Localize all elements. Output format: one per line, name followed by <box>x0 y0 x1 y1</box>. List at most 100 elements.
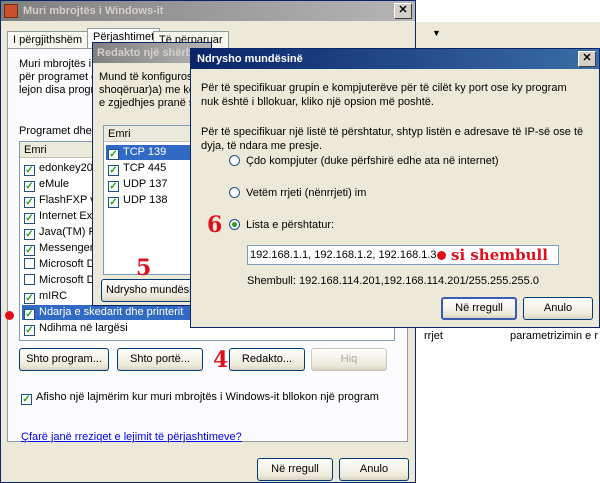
notify-checkbox-row[interactable]: ✓ Afisho një lajmërim kur muri mbrojtës i… <box>21 391 379 405</box>
intro-line-1: Muri mbrojtës i V <box>19 58 102 70</box>
list-item-checkbox[interactable]: ✓ <box>24 309 35 320</box>
main-ok-button[interactable]: Në rregull <box>257 458 333 481</box>
list-item-label: Microsoft D <box>39 258 95 270</box>
scope-ok-button[interactable]: Në rregull <box>441 297 517 320</box>
delete-label: Hiq <box>340 353 358 365</box>
option-my-network-radio[interactable] <box>229 187 240 198</box>
background-text-a: rrjet <box>424 330 443 342</box>
scope-cancel-label: Anulo <box>543 302 573 314</box>
list-item[interactable]: ✓ FlashFXP v <box>24 193 96 208</box>
list-item-label: TCP 445 <box>123 162 167 174</box>
change-scope-dialog: Ndrysho mundësinë ✕ Për të specifikuar g… <box>190 48 600 328</box>
edit-button[interactable]: Redakto... <box>229 348 305 371</box>
add-program-label: Shto program... <box>26 353 102 365</box>
firewall-titlebar[interactable]: Muri mbrojtës i Windows-it ✕ <box>1 1 415 21</box>
tab-general-label: I përgjithshëm <box>13 34 83 46</box>
firewall-app-icon <box>4 4 18 18</box>
add-port-button[interactable]: Shto portë... <box>117 348 203 371</box>
dropdown-arrow-icon[interactable]: ▼ <box>432 28 441 38</box>
firewall-title: Muri mbrojtës i Windows-it <box>23 5 164 17</box>
option-any-computer[interactable]: Çdo kompjuter (duke përfshirë edhe ata n… <box>229 155 499 167</box>
list-item-label: FlashFXP v <box>39 194 96 206</box>
list-item-label: UDP 137 <box>123 178 168 190</box>
custom-list-value: 192.168.1.1, 192.168.1.2, 192.168.1.3 <box>250 249 437 261</box>
list-item[interactable]: ✓ TCP 445 <box>108 161 166 176</box>
list-item[interactable]: Microsoft D <box>24 273 95 288</box>
list-item-label: UDP 138 <box>123 194 168 206</box>
list-item-label: Ndihma në largësi <box>39 322 128 334</box>
list-item-checkbox[interactable]: ✓ <box>24 165 35 176</box>
list-item-label: Internet Ex <box>39 210 93 222</box>
annotation-example-tag: si shembull <box>451 246 548 264</box>
edit-service-title: Redakto një shërbim <box>97 47 206 59</box>
list-item[interactable]: ✓ Messenger <box>24 241 93 256</box>
risks-link[interactable]: Çfarë janë rreziqet e lejimit të përjash… <box>21 431 242 443</box>
option-custom-list-radio[interactable] <box>229 219 240 230</box>
intro-text: Muri mbrojtës i V për programet d lejon … <box>19 58 102 97</box>
annotation-step-4: 4 <box>213 347 229 373</box>
list-item[interactable]: ✓ UDP 138 <box>108 193 167 208</box>
list-item-checkbox[interactable]: ✓ <box>24 245 35 256</box>
list-item[interactable]: ✓ Java(TM) P <box>24 225 96 240</box>
option-my-network[interactable]: Vetëm rrjeti (nënrrjeti) im <box>229 187 366 199</box>
notify-checkbox[interactable]: ✓ <box>21 394 32 405</box>
scope-close-icon[interactable]: ✕ <box>578 51 596 67</box>
scope-cancel-button[interactable]: Anulo <box>523 297 593 320</box>
annotation-dot-example <box>437 251 446 260</box>
list-item-label: Java(TM) P <box>39 226 96 238</box>
annotation-step-5: 5 <box>136 255 152 281</box>
intro-line-2: për programet d <box>19 71 98 83</box>
edit-text-line-3: e zgjedhjes pranë sa <box>99 97 201 109</box>
list-item-checkbox[interactable]: ✓ <box>108 149 119 160</box>
ports-column-label: Emri <box>108 128 131 140</box>
list-item-checkbox[interactable]: ✓ <box>24 325 35 336</box>
list-item-label: Ndarja e skedarit dhe printerit <box>39 306 184 318</box>
add-port-label: Shto portë... <box>130 353 190 365</box>
list-item-label: TCP 139 <box>123 146 167 158</box>
option-any-computer-radio[interactable] <box>229 155 240 166</box>
change-scope-titlebar[interactable]: Ndrysho mundësinë ✕ <box>191 49 599 69</box>
annotation-step-6: 6 <box>207 212 223 238</box>
annotation-dot-printer <box>5 311 14 320</box>
option-any-computer-label: Çdo kompjuter (duke përfshirë edhe ata n… <box>246 155 499 167</box>
edit-text-line-1: Mund të konfigurosh <box>99 71 199 83</box>
change-scope-title: Ndrysho mundësinë <box>197 53 303 65</box>
list-item-checkbox[interactable]: ✓ <box>24 181 35 192</box>
close-icon[interactable]: ✕ <box>394 3 412 19</box>
list-item-label: mIRC <box>39 290 68 302</box>
risk-link-wrap: Çfarë janë rreziqet e lejimit të përjash… <box>21 431 242 443</box>
scope-para-1: Për të specifikuar grupin e kompjuterëve… <box>201 82 567 108</box>
background-text-b: parametrizimin e r <box>510 330 599 342</box>
list-item-checkbox[interactable]: ✓ <box>108 197 119 208</box>
background-toolbar <box>416 22 600 49</box>
programs-label: Programet dhe s <box>19 125 101 137</box>
option-custom-list[interactable]: Lista e përshtatur: <box>229 219 334 231</box>
scope-para-2: Për të specifikuar një listë të përshtat… <box>201 126 584 152</box>
edit-service-text: Mund të konfigurosh shoqëruar)a) me këtë… <box>99 71 204 110</box>
delete-button[interactable]: Hiq <box>311 348 387 371</box>
intro-line-3: lejon disa progr <box>19 84 95 96</box>
list-item-checkbox[interactable] <box>24 274 35 285</box>
add-program-button[interactable]: Shto program... <box>19 348 109 371</box>
option-my-network-label: Vetëm rrjeti (nënrrjeti) im <box>246 187 367 199</box>
list-item-checkbox[interactable]: ✓ <box>108 165 119 176</box>
list-item[interactable]: ✓ Internet Ex <box>24 209 92 224</box>
list-item-checkbox[interactable]: ✓ <box>24 197 35 208</box>
main-cancel-label: Anulo <box>359 463 389 475</box>
list-item[interactable]: ✓ UDP 137 <box>108 177 167 192</box>
tab-general[interactable]: I përgjithshëm <box>7 31 89 49</box>
list-item[interactable]: Microsoft D <box>24 257 95 272</box>
list-item[interactable]: ✓ Ndihma në largësi <box>24 321 128 336</box>
list-item-checkbox[interactable]: ✓ <box>24 213 35 224</box>
list-item-checkbox[interactable]: ✓ <box>24 229 35 240</box>
main-cancel-button[interactable]: Anulo <box>339 458 409 481</box>
main-ok-label: Në rregull <box>271 463 319 475</box>
list-item-label: Messenger <box>39 242 94 254</box>
list-item-checkbox[interactable]: ✓ <box>24 293 35 304</box>
list-item-checkbox[interactable]: ✓ <box>108 181 119 192</box>
list-item-label: Microsoft D <box>39 274 95 286</box>
list-item[interactable]: ✓ mIRC <box>24 289 67 304</box>
scope-example: Shembull: 192.168.114.201,192.168.114.20… <box>247 275 539 287</box>
list-item[interactable]: ✓ eMule <box>24 177 69 192</box>
list-item-checkbox[interactable] <box>24 258 35 269</box>
